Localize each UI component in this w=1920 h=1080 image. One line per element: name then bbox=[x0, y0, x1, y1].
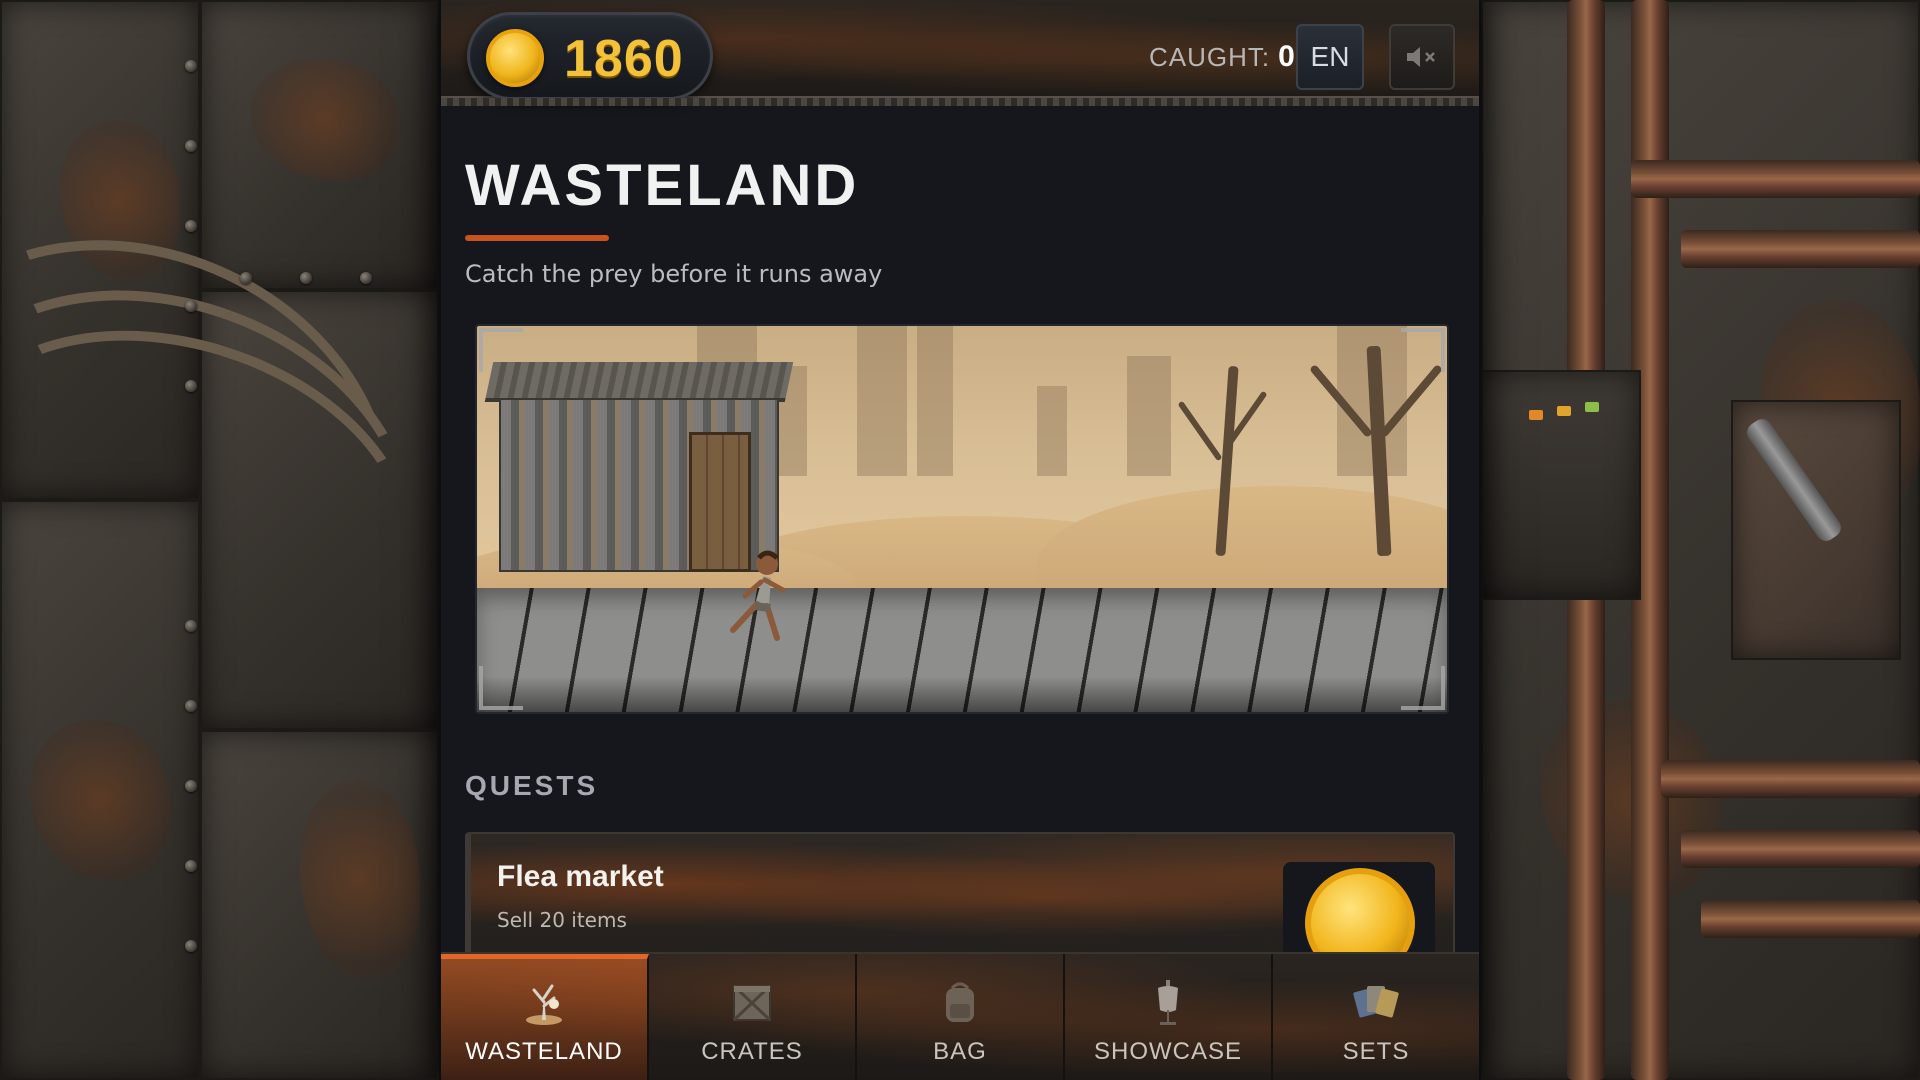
nav-item-sets[interactable]: SETS bbox=[1273, 954, 1479, 1080]
nav-item-wasteland[interactable]: WASTELAND bbox=[441, 954, 649, 1080]
language-button[interactable]: EN bbox=[1296, 24, 1364, 90]
nav-item-bag[interactable]: BAG bbox=[857, 954, 1065, 1080]
title-underline bbox=[465, 235, 609, 241]
background-left-wall bbox=[0, 0, 439, 1080]
sound-toggle-button[interactable] bbox=[1389, 24, 1455, 90]
nav-label: CRATES bbox=[701, 1038, 803, 1065]
coin-balance-value: 1860 bbox=[564, 30, 684, 88]
nav-label: WASTELAND bbox=[465, 1038, 623, 1065]
backpack-icon bbox=[934, 976, 986, 1028]
wasteland-scene[interactable] bbox=[475, 324, 1449, 714]
background-right-wall bbox=[1481, 0, 1920, 1080]
mannequin-icon bbox=[1142, 976, 1194, 1028]
dead-tree-icon bbox=[518, 976, 570, 1028]
page-subtitle: Catch the prey before it runs away bbox=[465, 260, 883, 288]
top-bar: 1860 CAUGHT: 0 EN bbox=[441, 0, 1479, 106]
gold-coin-icon bbox=[486, 29, 544, 87]
game-window: 1860 CAUGHT: 0 EN WASTELAND Catch the pre… bbox=[439, 0, 1481, 1080]
quest-reward[interactable] bbox=[1283, 862, 1435, 954]
gold-coin-icon bbox=[1305, 868, 1415, 954]
nav-item-showcase[interactable]: SHOWCASE bbox=[1065, 954, 1273, 1080]
running-prey-character[interactable] bbox=[725, 546, 795, 646]
quest-title: Flea market bbox=[497, 860, 664, 893]
quests-heading: QUESTS bbox=[465, 770, 599, 801]
quest-description: Sell 20 items bbox=[497, 908, 627, 932]
cards-icon bbox=[1350, 976, 1402, 1028]
nav-item-crates[interactable]: CRATES bbox=[649, 954, 857, 1080]
shack bbox=[484, 362, 794, 572]
wooden-boardwalk bbox=[477, 588, 1447, 712]
caught-label: CAUGHT: bbox=[1149, 42, 1271, 72]
caught-value: 0 bbox=[1278, 40, 1296, 73]
nav-label: BAG bbox=[933, 1038, 987, 1065]
page-title: WASTELAND bbox=[465, 153, 860, 218]
bottom-navigation: WASTELAND CRATES BAG SHOWCASE SETS bbox=[441, 952, 1479, 1080]
coin-balance: 1860 bbox=[467, 12, 713, 100]
crate-icon bbox=[726, 976, 778, 1028]
caught-counter: CAUGHT: 0 bbox=[1149, 40, 1296, 74]
quest-card[interactable]: Flea market Sell 20 items bbox=[465, 832, 1455, 954]
nav-label: SETS bbox=[1342, 1038, 1410, 1065]
speaker-muted-icon bbox=[1407, 47, 1435, 67]
nav-label: SHOWCASE bbox=[1093, 1038, 1242, 1065]
main-content: WASTELAND Catch the prey before it runs … bbox=[441, 114, 1479, 954]
